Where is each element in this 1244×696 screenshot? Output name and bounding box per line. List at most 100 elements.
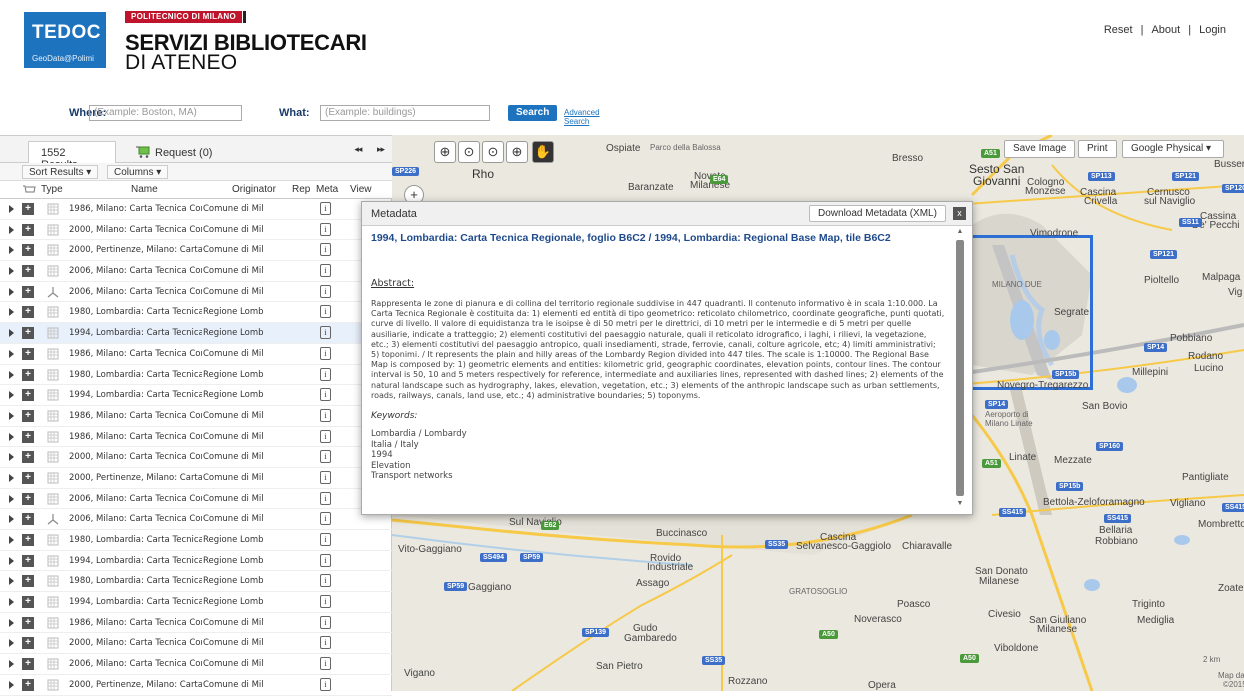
metadata-info-icon[interactable]: i	[320, 636, 331, 650]
result-name[interactable]: 1986, Milano: Carta Tecnica Comu	[69, 618, 202, 628]
add-to-cart-icon[interactable]: +	[22, 265, 34, 278]
sort-results-dropdown[interactable]: Sort Results ▾	[22, 165, 99, 179]
expand-arrow-icon[interactable]	[9, 246, 14, 255]
add-to-cart-icon[interactable]: +	[22, 596, 34, 609]
table-row[interactable]: +2006, Milano: Carta Tecnica Comu Comune …	[0, 489, 392, 510]
metadata-info-icon[interactable]: i	[320, 222, 331, 236]
expand-arrow-icon[interactable]	[9, 556, 14, 565]
table-row[interactable]: +1994, Lombardia: Carta Tecnica R Regione…	[0, 592, 392, 613]
expand-arrow-icon[interactable]	[9, 329, 14, 338]
table-row[interactable]: +2000, Pertinenze, Milano: Carta Te Comun…	[0, 240, 392, 262]
add-to-cart-icon[interactable]: +	[22, 223, 34, 236]
login-link[interactable]: Login	[1199, 24, 1226, 36]
metadata-info-icon[interactable]: i	[320, 595, 331, 609]
table-row[interactable]: +1986, Milano: Carta Tecnica Comu Comune …	[0, 427, 392, 448]
result-name[interactable]: 2000, Pertinenze, Milano: Carta Te	[69, 680, 202, 690]
metadata-info-icon[interactable]: i	[320, 388, 331, 402]
metadata-info-icon[interactable]: i	[320, 346, 331, 360]
add-to-cart-icon[interactable]: +	[22, 451, 34, 464]
result-name[interactable]: 1980, Lombardia: Carta Tecnica R	[69, 307, 202, 317]
col-name[interactable]: Name	[131, 184, 158, 195]
close-icon[interactable]: x	[953, 207, 966, 220]
result-name[interactable]: 2000, Milano: Carta Tecnica Comu	[69, 452, 202, 462]
add-to-cart-icon[interactable]: +	[22, 430, 34, 443]
metadata-info-icon[interactable]: i	[320, 367, 331, 381]
result-name[interactable]: 1980, Lombardia: Carta Tecnica R	[69, 535, 202, 545]
result-name[interactable]: 1980, Lombardia: Carta Tecnica R	[69, 576, 202, 586]
expand-arrow-icon[interactable]	[9, 618, 14, 627]
zoom-next-icon[interactable]: ⊙	[482, 141, 504, 163]
result-name[interactable]: 2006, Milano: Carta Tecnica Comu	[69, 494, 202, 504]
polimi-logo[interactable]: POLITECNICO DI MILANO	[125, 11, 246, 23]
table-row[interactable]: +2000, Milano: Carta Tecnica Comu Comune …	[0, 633, 392, 655]
metadata-info-icon[interactable]: i	[320, 243, 331, 257]
expand-arrow-icon[interactable]	[9, 680, 14, 689]
what-input[interactable]: (Example: buildings)	[320, 105, 490, 121]
add-to-cart-icon[interactable]: +	[22, 616, 34, 629]
table-row[interactable]: +1986, Milano: Carta Tecnica Comu Comune …	[0, 613, 392, 634]
add-to-cart-icon[interactable]: +	[22, 244, 34, 257]
result-name[interactable]: 1986, Milano: Carta Tecnica Comu	[69, 411, 202, 421]
add-to-cart-icon[interactable]: +	[22, 368, 34, 381]
save-image-button[interactable]: Save Image	[1004, 140, 1076, 158]
globe-icon[interactable]: ⊕	[434, 141, 456, 163]
zoom-box-icon[interactable]: ⊕	[506, 141, 528, 163]
expand-arrow-icon[interactable]	[9, 411, 14, 420]
table-row[interactable]: +1980, Lombardia: Carta Tecnica R Regione…	[0, 302, 392, 324]
about-link[interactable]: About	[1151, 24, 1180, 36]
col-meta[interactable]: Meta	[316, 184, 338, 195]
basemap-select[interactable]: Google Physical ▾	[1122, 140, 1224, 158]
metadata-info-icon[interactable]: i	[320, 657, 331, 671]
table-row[interactable]: +1994, Lombardia: Carta Tecnica R Regione…	[0, 385, 392, 406]
table-row[interactable]: +1980, Lombardia: Carta Tecnica R Regione…	[0, 530, 392, 551]
add-to-cart-icon[interactable]: +	[22, 534, 34, 546]
add-to-cart-icon[interactable]: +	[22, 637, 34, 650]
result-name[interactable]: 1986, Milano: Carta Tecnica Comu	[69, 432, 202, 442]
metadata-info-icon[interactable]: i	[320, 533, 331, 546]
result-name[interactable]: 2000, Pertinenze, Milano: Carta Te	[69, 245, 202, 255]
metadata-info-icon[interactable]: i	[320, 553, 331, 567]
tab-results[interactable]: 1552 Results	[28, 141, 116, 171]
expand-arrow-icon[interactable]	[9, 287, 14, 296]
pan-hand-icon[interactable]: ✋	[532, 141, 554, 163]
add-to-cart-icon[interactable]: +	[22, 575, 34, 588]
scroll-up-icon[interactable]: ▲	[956, 228, 964, 236]
metadata-info-icon[interactable]: i	[320, 429, 331, 443]
columns-dropdown[interactable]: Columns ▾	[107, 165, 169, 179]
expand-arrow-icon[interactable]	[9, 473, 14, 482]
print-button[interactable]: Print	[1078, 140, 1117, 158]
tedoc-logo[interactable]: TEDOC GeoData@Polimi	[24, 12, 106, 68]
add-to-cart-icon[interactable]: +	[22, 513, 34, 526]
result-name[interactable]: 2000, Pertinenze, Milano: Carta Te	[69, 473, 202, 483]
result-name[interactable]: 1994, Lombardia: Carta Tecnica R	[69, 390, 202, 400]
result-name[interactable]: 1994, Lombardia: Carta Tecnica R	[69, 597, 202, 607]
scroll-down-icon[interactable]: ▼	[956, 500, 964, 508]
table-row[interactable]: +2006, Milano: Carta Tecnica Comu Comune …	[0, 261, 392, 282]
metadata-info-icon[interactable]: i	[320, 512, 331, 526]
metadata-info-icon[interactable]: i	[320, 450, 331, 464]
table-row[interactable]: +1986, Milano: Carta Tecnica Comu Comune …	[0, 199, 392, 220]
expand-arrow-icon[interactable]	[9, 536, 14, 544]
add-to-cart-icon[interactable]: +	[22, 327, 34, 340]
next-page-button[interactable]: ▸▸	[377, 144, 385, 154]
metadata-info-icon[interactable]: i	[320, 305, 331, 319]
result-name[interactable]: 1986, Milano: Carta Tecnica Comu	[69, 349, 202, 359]
metadata-info-icon[interactable]: i	[320, 202, 331, 215]
add-to-cart-icon[interactable]: +	[22, 347, 34, 360]
expand-arrow-icon[interactable]	[9, 391, 14, 400]
table-row[interactable]: +1986, Milano: Carta Tecnica Comu Comune …	[0, 406, 392, 427]
add-to-cart-icon[interactable]: +	[22, 203, 34, 215]
table-row[interactable]: +2000, Milano: Carta Tecnica Comu Comune …	[0, 447, 392, 468]
expand-arrow-icon[interactable]	[9, 660, 14, 669]
result-name[interactable]: 2006, Milano: Carta Tecnica Comu	[69, 287, 202, 297]
search-button[interactable]: Search	[508, 105, 558, 121]
table-row[interactable]: +2006, Milano: Carta Tecnica Comu Comune …	[0, 509, 392, 530]
add-to-cart-icon[interactable]: +	[22, 389, 34, 402]
metadata-info-icon[interactable]: i	[320, 677, 331, 691]
result-name[interactable]: 2006, Milano: Carta Tecnica Comu	[69, 659, 202, 669]
add-to-cart-icon[interactable]: +	[22, 554, 34, 567]
metadata-info-icon[interactable]: i	[320, 408, 331, 422]
col-type[interactable]: Type	[41, 184, 63, 195]
result-name[interactable]: 2000, Milano: Carta Tecnica Comu	[69, 638, 202, 648]
result-name[interactable]: 2006, Milano: Carta Tecnica Comu	[69, 514, 202, 524]
